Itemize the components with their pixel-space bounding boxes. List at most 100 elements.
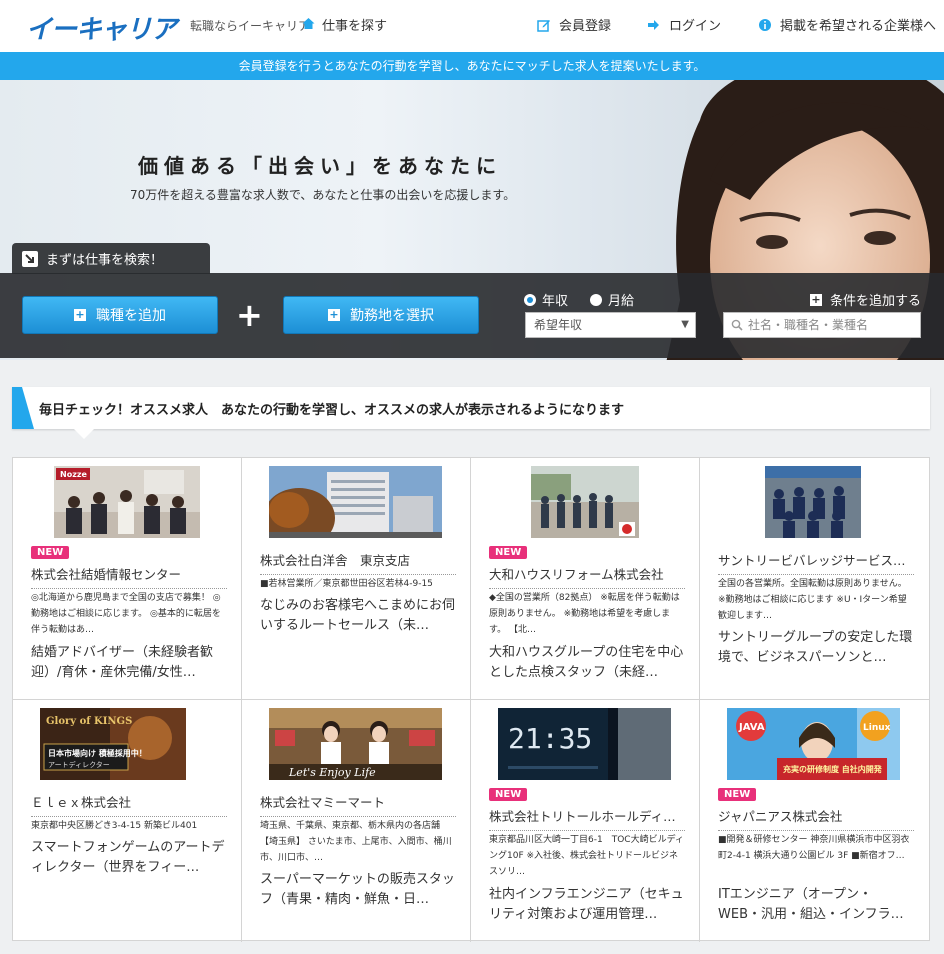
job-location: ■若林営業所／東京都世田谷区若林4-9-15 (260, 579, 433, 589)
job-card[interactable]: 株式会社白洋舎 東京支店 ■若林営業所／東京都世田谷区若林4-9-15 なじみの… (242, 458, 471, 700)
site-logo[interactable]: イーキャリア (26, 9, 177, 46)
login-icon (648, 19, 659, 30)
nav-register-label: 会員登録 (559, 19, 612, 34)
new-badge: NEW (489, 788, 528, 801)
radio-monthly[interactable]: 月給 (590, 290, 634, 309)
game-logo: Glory of KINGS (46, 716, 132, 727)
plus-icon: + (328, 308, 340, 321)
salary-type-radios: 年収 月給 (524, 290, 634, 309)
select-location-label: 勤務地を選択 (350, 308, 434, 324)
caret-down-icon: ▼ (681, 319, 689, 330)
accent-stripe (12, 387, 34, 429)
company-name[interactable]: Ｅｌｅｘ株式会社 (31, 792, 227, 817)
add-job-type-button[interactable]: + 職種を追加 (22, 296, 218, 334)
new-badge: NEW (489, 546, 528, 559)
job-thumbnail[interactable]: Glory of KINGS 日本市場向け 積極採用中！ アートディレクター (40, 708, 186, 780)
recommend-heading-bar: 毎日チェック！オススメ求人 あなたの行動を学習し、オススメの求人が表示されるよう… (12, 387, 930, 429)
nav-login[interactable]: ログイン (647, 15, 721, 34)
radio-annual[interactable]: 年収 (524, 290, 568, 309)
radio-monthly-label: 月給 (608, 294, 635, 309)
radio-checked-icon (524, 293, 536, 306)
radio-annual-label: 年収 (542, 294, 569, 309)
site-tagline: 転職ならイーキャリア (190, 19, 311, 33)
nav-employers-label: 掲載を希望される企業様へ (780, 19, 937, 34)
linux-label: Linux (863, 723, 891, 733)
job-thumbnail[interactable]: Nozze (54, 466, 200, 538)
keyword-placeholder: 社名・職種名・業種名 (748, 318, 869, 332)
job-thumbnail[interactable] (269, 466, 442, 538)
role-text: アートディレクター (48, 760, 110, 769)
add-condition-link[interactable]: + 条件を追加する (810, 290, 921, 309)
job-card[interactable]: JAVA Linux 充実の研修制度 自社内開発 NEW ジャパニアス株式会社 … (700, 700, 929, 942)
nav-register[interactable]: 会員登録 (537, 15, 611, 34)
job-thumbnail[interactable] (531, 466, 639, 538)
company-name[interactable]: 株式会社マミーマート (260, 792, 456, 817)
pointer-triangle (74, 429, 94, 439)
job-thumbnail[interactable]: Let's Enjoy Life (269, 708, 442, 780)
info-icon (759, 18, 771, 31)
select-location-button[interactable]: + 勤務地を選択 (283, 296, 479, 334)
company-name[interactable]: 株式会社白洋舎 東京支店 (260, 550, 456, 575)
search-tab[interactable]: まずは仕事を検索！ (12, 243, 210, 274)
edit-icon (537, 19, 550, 32)
nav-login-label: ログイン (669, 19, 722, 34)
job-location: ■開発＆研修センター 神奈川県横浜市中区羽衣町2-4-1 横浜大通り公園ビル 3… (718, 835, 910, 861)
recommend-heading: 毎日チェック！オススメ求人 あなたの行動を学習し、オススメの求人が表示されるよう… (39, 403, 625, 418)
arrow-down-right-icon (22, 250, 38, 267)
job-card[interactable]: Let's Enjoy Life 株式会社マミーマート 埼玉県、千葉県、東京都、… (242, 700, 471, 942)
job-title[interactable]: スマートフォンゲームのアートディレクター（世界をフィー… (31, 838, 227, 878)
company-name[interactable]: 株式会社結婚情報センター (31, 564, 227, 589)
radio-unchecked-icon (590, 293, 603, 306)
company-name[interactable]: 株式会社トリトールホールディ… (489, 806, 685, 831)
job-title[interactable]: なじみのお客様宅へこまめにお伺いするルートセールス（未… (260, 596, 456, 636)
training-text: 充実の研修制度 自社内開発 (783, 764, 883, 774)
job-location: 全国の各営業所。全国転勤は原則ありません。 ※勤務地はご相談に応じます ※U・I… (718, 579, 907, 621)
job-location: 埼玉県、千葉県、東京都、栃木県内の各店舗 【埼玉県】 さいたま市、上尾市、入間市… (260, 821, 452, 863)
site-header: イーキャリア 転職ならイーキャリア 仕事を探す 会員登録 ログイン 掲載を希望さ… (0, 0, 944, 52)
home-icon (302, 18, 315, 29)
job-thumbnail[interactable] (765, 466, 861, 538)
keyword-search-input[interactable]: 社名・職種名・業種名 (723, 312, 921, 338)
plus-icon: + (810, 292, 822, 306)
job-location: ◎北海道から鹿児島まで全国の支店で募集！ ◎勤務地はご相談に応じます。 ◎基本的… (31, 593, 221, 635)
job-grid: Nozze NEW 株式会社結婚情報センター ◎北海道から鹿児島まで全国の支店で… (12, 457, 930, 942)
job-title[interactable]: スーパーマーケットの販売スタッフ（青果・精肉・鮮魚・日… (260, 870, 456, 910)
company-name[interactable]: ジャパニアス株式会社 (718, 806, 914, 831)
job-title[interactable]: ITエンジニア（オープン・WEB・汎用・組込・インフラ… (718, 885, 914, 925)
new-badge: NEW (718, 788, 757, 801)
add-job-type-label: 職種を追加 (96, 308, 166, 324)
job-location: 東京都中央区勝どき3-4-15 新築ビル401 (31, 821, 198, 831)
add-condition-label: 条件を追加する (830, 294, 922, 309)
salary-select[interactable]: 希望年収 ▼ (525, 312, 696, 338)
hero-subtitle: 70万件を超える豊富な求人数で、あなたと仕事の出会いを応援します。 (130, 188, 516, 202)
job-thumbnail[interactable]: JAVA Linux 充実の研修制度 自社内開発 (727, 708, 900, 780)
java-label: JAVA (738, 722, 765, 733)
clock-display: 21:35 (508, 722, 592, 755)
nav-employers[interactable]: 掲載を希望される企業様へ (758, 15, 936, 34)
search-icon (731, 319, 743, 331)
job-thumbnail[interactable]: 21:35 (498, 708, 671, 780)
plus-icon: + (74, 308, 86, 321)
recruit-banner-text: 日本市場向け 積極採用中！ (48, 748, 147, 758)
new-badge: NEW (31, 546, 70, 559)
slogan-text: Let's Enjoy Life (288, 766, 376, 779)
salary-select-value: 希望年収 (534, 318, 583, 332)
job-card[interactable]: サントリービバレッジサービス… 全国の各営業所。全国転勤は原則ありません。 ※勤… (700, 458, 929, 700)
hero-title: 価値ある「出会い」をあなたに (138, 154, 502, 178)
search-tab-label: まずは仕事を検索！ (46, 253, 164, 268)
job-title[interactable]: サントリーグループの安定した環境で、ビジネスパーソンと… (718, 628, 914, 668)
job-card[interactable]: Glory of KINGS 日本市場向け 積極採用中！ アートディレクター Ｅ… (13, 700, 242, 942)
job-title[interactable]: 結婚アドバイザー（未経験者歓迎）/育休・産休完備/女性… (31, 643, 227, 683)
job-location: ◆全国の営業所（82拠点） ※転居を伴う転勤は原則ありません。 ※勤務地は希望を… (489, 593, 680, 635)
job-card[interactable]: 21:35 NEW 株式会社トリトールホールディ… 東京都品川区大崎一丁目6-1… (471, 700, 700, 942)
company-name[interactable]: 大和ハウスリフォーム株式会社 (489, 564, 685, 589)
job-location: 東京都品川区大崎一丁目6-1 TOC大崎ビルディング10F ※入社後、株式会社ト… (489, 835, 684, 877)
job-title[interactable]: 社内インフラエンジニア（セキュリティ対策および運用管理… (489, 885, 685, 925)
member-benefit-banner[interactable]: 会員登録を行うとあなたの行動を学習し、あなたにマッチした求人を提案いたします。 (0, 52, 944, 80)
job-search-link[interactable]: 仕事を探す (322, 15, 387, 34)
company-name[interactable]: サントリービバレッジサービス… (718, 550, 914, 575)
job-card[interactable]: Nozze NEW 株式会社結婚情報センター ◎北海道から鹿児島まで全国の支店で… (13, 458, 242, 700)
job-title[interactable]: 大和ハウスグループの住宅を中心とした点検スタッフ（未経… (489, 643, 685, 683)
job-card[interactable]: NEW 大和ハウスリフォーム株式会社 ◆全国の営業所（82拠点） ※転居を伴う転… (471, 458, 700, 700)
nozze-logo: Nozze (60, 470, 88, 479)
